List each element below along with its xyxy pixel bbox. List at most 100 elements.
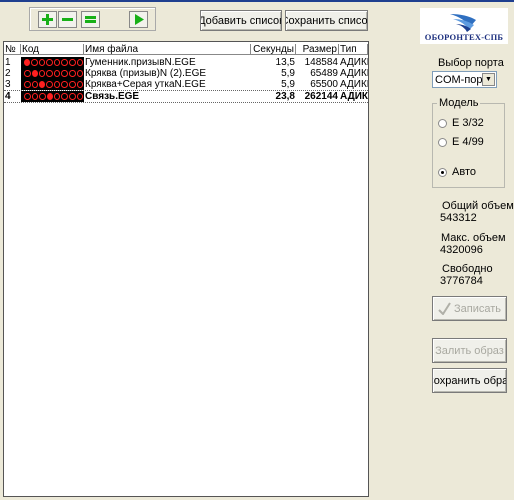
code-dot-8 [76, 81, 84, 88]
save-image-button[interactable]: Сохранить образ [432, 368, 507, 393]
code-dot-7 [68, 70, 76, 77]
code-dot-7 [68, 59, 76, 66]
free-value: 3776784 [440, 275, 483, 287]
row-size: 65489 [310, 68, 338, 79]
row-seconds: 23,8 [275, 91, 295, 102]
total-volume-label: Общий объем [442, 200, 514, 212]
chevron-down-icon[interactable]: ▼ [482, 73, 495, 86]
toolbar [29, 7, 156, 31]
code-dot-2 [31, 93, 39, 100]
upload-image-button[interactable]: Залить образ [432, 338, 507, 363]
port-label: Выбор порта [438, 57, 504, 69]
minus-icon [62, 18, 73, 21]
code-dot-2 [31, 59, 38, 66]
check-icon [438, 302, 451, 315]
code-dot-3 [39, 81, 46, 88]
code-dot-4 [46, 70, 53, 77]
row-file: Гуменник.призывN.EGE [85, 57, 196, 68]
header-num[interactable]: № [4, 44, 21, 55]
model-group-title: Модель [437, 97, 481, 109]
code-dot-5 [53, 93, 61, 100]
list-button[interactable] [81, 11, 100, 28]
code-dot-2 [31, 81, 39, 88]
code-dot-4 [46, 81, 53, 88]
row-type: АДИКМ [340, 79, 368, 90]
row-code [21, 91, 84, 102]
row-file: Связь.EGE [85, 91, 140, 102]
code-dot-6 [61, 93, 68, 100]
table-row[interactable]: 2 Кряква (призыв)N (2).EGE 5,9 65489 АДИ… [4, 68, 368, 79]
code-dot-4 [46, 93, 53, 100]
row-file: Кряква+Серая уткаN.EGE [85, 79, 206, 90]
remove-button[interactable] [58, 11, 77, 28]
window-top-border [0, 0, 514, 2]
code-dot-8 [76, 93, 84, 100]
code-dot-7 [68, 81, 76, 88]
code-dot-6 [61, 70, 68, 77]
port-select-value: COM-порт [435, 74, 488, 86]
row-num: 1 [5, 57, 11, 68]
row-num: 4 [5, 91, 11, 102]
code-dot-1 [24, 70, 31, 77]
play-icon [135, 14, 144, 25]
max-volume-value: 4320096 [440, 244, 483, 256]
port-select[interactable]: COM-порт ▼ [432, 71, 497, 88]
company-logo: ОБОРОНТЕХ-СПБ [420, 8, 508, 44]
code-dot-5 [53, 59, 61, 66]
code-dot-4 [46, 59, 53, 66]
logo-wings-icon [450, 14, 476, 32]
row-seconds: 5,9 [281, 79, 295, 90]
max-volume-label: Макс. объем [441, 232, 506, 244]
table-row[interactable]: 3 Кряква+Серая уткаN.EGE 5,9 65500 АДИКМ [4, 79, 368, 90]
code-dot-8 [76, 70, 84, 77]
header-file[interactable]: Имя файла [84, 44, 251, 55]
equals-icon [85, 16, 96, 23]
radio-label-e332[interactable]: Е 3/32 [452, 117, 484, 129]
code-dot-3 [38, 59, 46, 66]
code-dot-6 [61, 59, 68, 66]
save-list-button[interactable]: Сохранить список [285, 10, 368, 31]
row-num: 2 [5, 68, 11, 79]
table-row[interactable]: 1 Гуменник.призывN.EGE 13,5 148584 АДИКМ [4, 57, 368, 68]
total-volume-value: 543312 [440, 212, 477, 224]
row-code [21, 79, 84, 90]
row-num: 3 [5, 79, 11, 90]
row-file: Кряква (призыв)N (2).EGE [85, 68, 207, 79]
code-dot-1 [24, 93, 31, 100]
header-type[interactable]: Тип [339, 44, 368, 55]
add-button[interactable] [38, 11, 57, 28]
radio-label-auto[interactable]: Авто [452, 166, 476, 178]
write-button-label: Записать [453, 302, 501, 315]
code-dot-8 [76, 59, 84, 66]
write-button[interactable]: Записать [432, 296, 507, 321]
row-type: АДИКМ [340, 57, 368, 68]
radio-label-e499[interactable]: Е 4/99 [452, 136, 484, 148]
row-size: 65500 [310, 79, 338, 90]
header-size[interactable]: Размер [296, 44, 339, 55]
code-dot-3 [38, 70, 46, 77]
row-size: 262144 [304, 91, 338, 102]
file-table[interactable]: № Код Имя файла Секунды Размер Тип 1 Гум… [3, 41, 369, 497]
code-dot-1 [24, 59, 31, 66]
row-code [21, 57, 84, 68]
table-row-selected[interactable]: 4 Связь.EGE 23,8 262144 АДИКМ [4, 90, 368, 103]
radio-e499[interactable] [438, 138, 447, 147]
add-list-button[interactable]: Добавить список [200, 10, 282, 31]
code-dot-7 [68, 93, 76, 100]
header-seconds[interactable]: Секунды [251, 44, 296, 55]
header-code[interactable]: Код [21, 44, 84, 55]
code-dot-6 [61, 81, 68, 88]
code-dot-5 [53, 81, 61, 88]
row-size: 148584 [304, 57, 338, 68]
code-dot-5 [53, 70, 61, 77]
radio-auto[interactable] [438, 168, 447, 177]
code-dot-1 [24, 81, 31, 88]
free-label: Свободно [442, 263, 493, 275]
row-seconds: 5,9 [281, 68, 295, 79]
table-header: № Код Имя файла Секунды Размер Тип [4, 44, 368, 55]
play-button[interactable] [129, 11, 148, 28]
code-dot-3 [39, 93, 46, 100]
row-type: АДИКМ [340, 91, 368, 102]
code-dot-2 [31, 70, 38, 77]
radio-e332[interactable] [438, 119, 447, 128]
